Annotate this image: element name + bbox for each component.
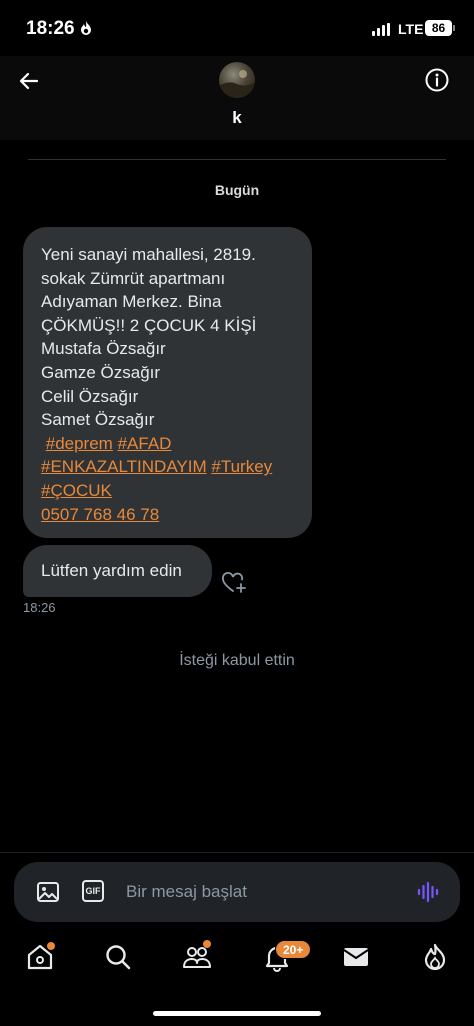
image-icon bbox=[37, 882, 59, 902]
divider bbox=[28, 159, 446, 160]
message-line: Gamze Özsağır bbox=[41, 362, 161, 382]
back-button[interactable] bbox=[14, 66, 44, 96]
gif-button[interactable]: GIF bbox=[82, 880, 104, 902]
search-icon bbox=[106, 945, 131, 970]
hashtag-link[interactable]: #AFAD bbox=[118, 434, 172, 453]
flame-icon bbox=[424, 943, 446, 971]
status-bar: 18:26 LTE 86 bbox=[0, 0, 474, 56]
request-accepted-note: İsteği kabul ettin bbox=[179, 652, 295, 669]
message-line: Adıyaman Merkez. Bina bbox=[41, 292, 222, 312]
avatar[interactable] bbox=[219, 62, 255, 98]
hashtag-link[interactable]: #ÇOCUK bbox=[41, 481, 112, 500]
message-line: ÇÖKMÜŞ!! 2 ÇOCUK 4 KİŞİ bbox=[41, 315, 257, 335]
media-button[interactable] bbox=[36, 880, 60, 904]
conversation-header: k bbox=[0, 56, 474, 140]
message-line: Yeni sanayi mahallesi, 2819. bbox=[41, 245, 256, 264]
message-timestamp: 18:26 bbox=[23, 600, 56, 615]
notification-dot bbox=[203, 940, 211, 948]
message-line: Samet Özsağır bbox=[41, 410, 155, 430]
divider bbox=[0, 852, 474, 853]
voice-wave-icon bbox=[417, 881, 439, 903]
message-bubble[interactable]: Yeni sanayi mahallesi, 2819. sokak Zümrü… bbox=[23, 227, 312, 538]
notifications-badge: 20+ bbox=[275, 940, 312, 959]
nav-home[interactable] bbox=[25, 942, 55, 972]
message-line: Mustafa Özsağır bbox=[41, 339, 166, 359]
voice-message-button[interactable] bbox=[416, 880, 440, 904]
hashtag-link[interactable]: #deprem bbox=[46, 434, 113, 453]
battery-icon: 86 bbox=[425, 20, 455, 36]
message-input[interactable] bbox=[126, 862, 406, 922]
nav-search[interactable] bbox=[103, 942, 133, 972]
phone-link[interactable]: 0507 768 46 78 bbox=[41, 505, 159, 524]
heart-plus-icon bbox=[222, 572, 246, 593]
nav-spaces[interactable] bbox=[420, 942, 450, 972]
message-bubble[interactable]: Lütfen yardım edin bbox=[23, 545, 212, 597]
message-line: sokak Zümrüt apartmanı bbox=[41, 268, 226, 288]
message-composer: GIF bbox=[14, 862, 460, 922]
home-indicator[interactable] bbox=[153, 1011, 321, 1016]
hashtag-link[interactable]: #Turkey bbox=[211, 457, 272, 476]
nav-messages[interactable] bbox=[341, 942, 371, 972]
message-line: Celil Özsağır bbox=[41, 386, 139, 406]
date-separator: Bugün bbox=[214, 182, 260, 198]
message-text: Lütfen yardım edin bbox=[41, 561, 182, 580]
hashtag-link[interactable]: #ENKAZALTINDAYIM bbox=[41, 457, 207, 476]
network-type: LTE bbox=[398, 21, 424, 37]
flame-icon bbox=[80, 21, 92, 41]
notification-dot bbox=[47, 942, 55, 950]
contact-name[interactable]: k bbox=[0, 108, 474, 128]
react-button[interactable] bbox=[222, 571, 248, 595]
info-button[interactable] bbox=[424, 67, 450, 93]
signal-icon bbox=[372, 23, 390, 36]
status-time: 18:26 bbox=[26, 18, 75, 39]
info-circle-icon bbox=[425, 68, 449, 92]
nav-communities[interactable] bbox=[182, 940, 212, 972]
arrow-left-icon bbox=[19, 72, 39, 90]
messages-icon bbox=[343, 948, 369, 966]
